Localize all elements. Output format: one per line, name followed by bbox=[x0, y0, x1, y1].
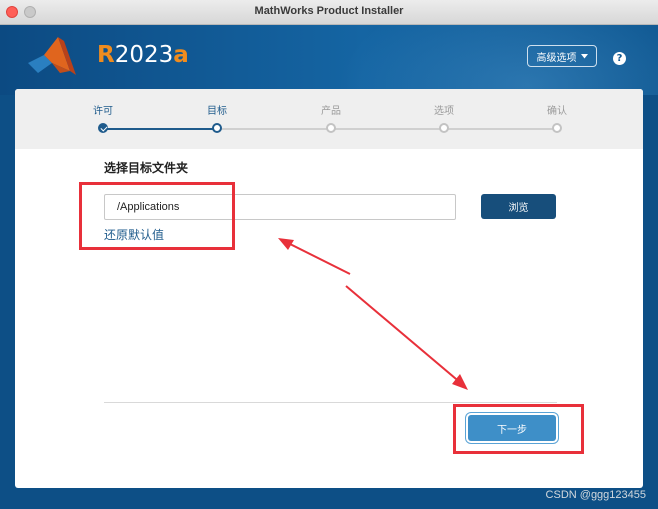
annotation-arrow-up bbox=[287, 242, 351, 275]
annotation-arrow-down bbox=[345, 285, 463, 385]
annotation-arrows bbox=[278, 238, 468, 390]
watermark-text: CSDN @ggg123455 bbox=[545, 489, 646, 501]
